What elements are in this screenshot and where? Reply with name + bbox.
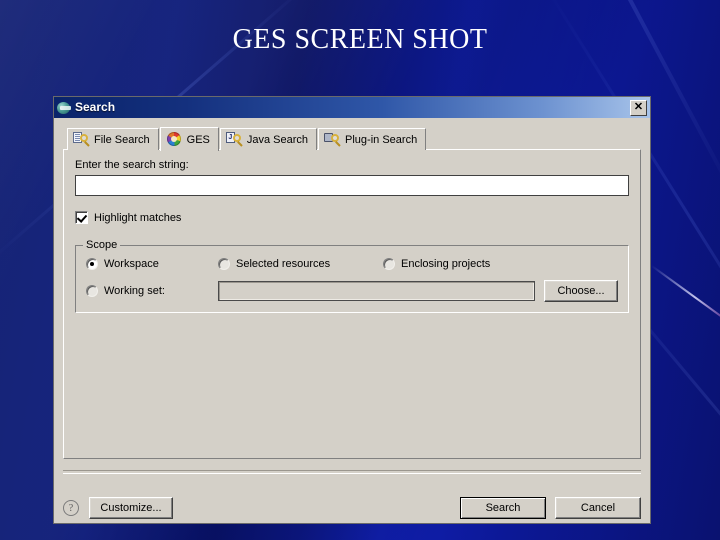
search-button[interactable]: Search: [460, 497, 546, 519]
radio-label: Workspace: [104, 258, 159, 270]
background-highlight-streak: [650, 264, 720, 338]
tab-label: File Search: [94, 133, 150, 146]
radio-working-set[interactable]: [86, 285, 98, 297]
java-search-icon: J: [225, 132, 243, 147]
dialog-footer: ? Customize... Search Cancel: [63, 496, 641, 520]
customize-button[interactable]: Customize...: [89, 497, 173, 519]
ges-tab-panel: Enter the search string: Highlight match…: [63, 149, 641, 459]
search-string-label: Enter the search string:: [75, 159, 189, 171]
radio-label: Selected resources: [236, 258, 331, 270]
radio-selected-resources[interactable]: [218, 258, 230, 270]
scope-option-workspace[interactable]: Workspace: [86, 258, 218, 270]
cancel-button[interactable]: Cancel: [555, 497, 641, 519]
dialog-titlebar: Search ✕: [54, 97, 650, 118]
radio-enclosing-projects[interactable]: [383, 258, 395, 270]
scope-legend: Scope: [83, 239, 121, 251]
working-set-input[interactable]: [218, 281, 535, 301]
scope-option-enclosing-projects[interactable]: Enclosing projects: [383, 258, 490, 270]
tab-file-search[interactable]: File Search: [67, 128, 159, 150]
tab-plugin-search[interactable]: Plug-in Search: [318, 128, 427, 150]
tab-label: Plug-in Search: [345, 133, 418, 146]
tab-label: Java Search: [246, 133, 309, 146]
dialog-title: Search: [75, 100, 116, 114]
search-string-input[interactable]: [77, 177, 627, 194]
radio-label: Working set:: [104, 285, 165, 297]
dialog-body: File Search GES J Java Search Plug-in Se…: [54, 118, 650, 523]
plugin-search-icon: [324, 132, 341, 147]
close-icon[interactable]: ✕: [630, 99, 647, 116]
choose-button[interactable]: Choose...: [544, 280, 618, 302]
scope-radio-row-working-set: Working set: Choose...: [86, 280, 618, 302]
scope-groupbox: Scope Workspace Selected resources Enclo…: [75, 239, 629, 313]
footer-separator: [63, 470, 641, 474]
highlight-matches-checkbox[interactable]: [75, 211, 88, 224]
eclipse-globe-icon: [57, 101, 71, 115]
ges-colorwheel-icon: [166, 132, 182, 147]
file-search-icon: [73, 132, 90, 147]
question-mark-icon[interactable]: ?: [63, 500, 79, 516]
highlight-matches-row[interactable]: Highlight matches: [75, 211, 181, 224]
search-string-field-wrapper[interactable]: [75, 175, 629, 196]
radio-label: Enclosing projects: [401, 258, 491, 270]
scope-radio-row-top: Workspace Selected resources Enclosing p…: [86, 258, 618, 270]
tab-ges[interactable]: GES: [159, 127, 219, 151]
tab-label: GES: [186, 133, 210, 146]
tabstrip: File Search GES J Java Search Plug-in Se…: [63, 126, 641, 151]
highlight-matches-label: Highlight matches: [94, 211, 182, 224]
radio-workspace[interactable]: [86, 258, 98, 270]
tab-java-search[interactable]: J Java Search: [219, 128, 318, 150]
search-dialog: Search ✕ File Search GES J Java Search P…: [53, 96, 651, 524]
slide-title: GES SCREEN SHOT: [232, 24, 488, 55]
slide-background: GES SCREEN SHOT Search ✕ File Search GES…: [0, 0, 720, 540]
scope-option-working-set[interactable]: Working set:: [86, 285, 204, 297]
scope-option-selected-resources[interactable]: Selected resources: [218, 258, 383, 270]
